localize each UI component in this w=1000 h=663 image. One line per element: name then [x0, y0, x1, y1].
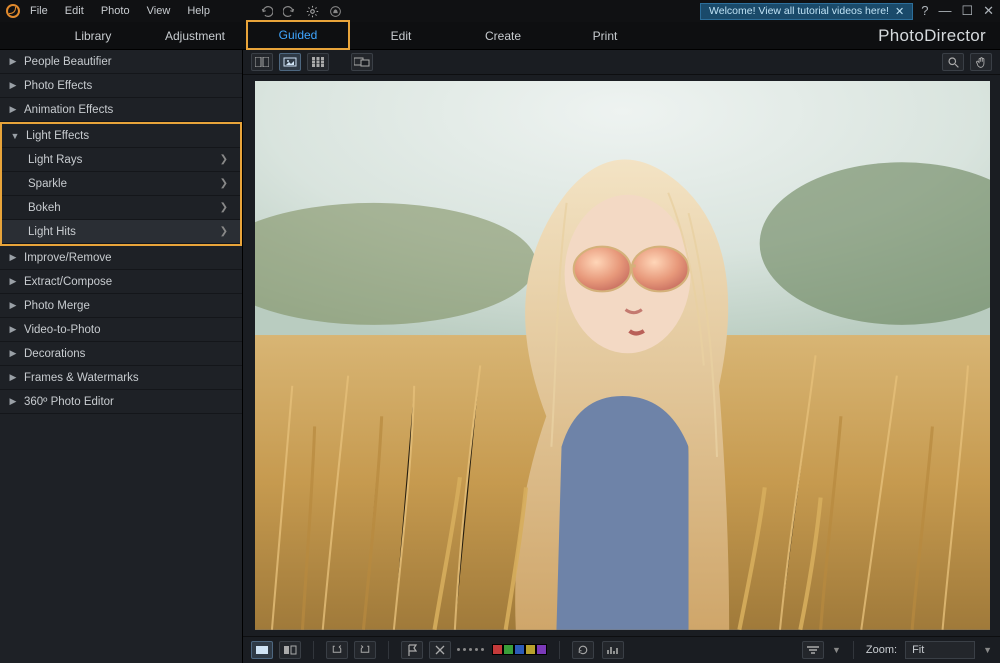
tab-create[interactable]: Create	[452, 22, 554, 50]
tab-print[interactable]: Print	[554, 22, 656, 50]
sidebar-item-light-effects[interactable]: ▼Light Effects	[2, 124, 240, 148]
mode-tabs: Library Adjustment Guided Edit Create Pr…	[0, 22, 1000, 50]
sidebar-sub-light-rays[interactable]: Light Rays❯	[2, 148, 240, 172]
rotate-left-icon[interactable]	[326, 641, 348, 659]
chevron-down-icon[interactable]: ▼	[832, 645, 841, 655]
view-toolbar	[243, 50, 1000, 75]
zoom-label: Zoom:	[866, 644, 897, 656]
chevron-right-icon: ▶	[8, 324, 18, 335]
menu-view[interactable]: View	[147, 5, 171, 17]
chevron-right-icon: ❯	[220, 202, 228, 213]
zoom-tool-icon[interactable]	[942, 53, 964, 71]
single-view-icon[interactable]	[279, 53, 301, 71]
chevron-right-icon: ▶	[8, 396, 18, 407]
tab-edit[interactable]: Edit	[350, 22, 452, 50]
chevron-right-icon: ❯	[220, 154, 228, 165]
menubar: File Edit Photo View Help	[30, 5, 224, 17]
sidebar: ▶People Beautifier ▶Photo Effects ▶Anima…	[0, 50, 243, 663]
chevron-right-icon: ▶	[8, 372, 18, 383]
sidebar-sub-bokeh[interactable]: Bokeh❯	[2, 196, 240, 220]
chevron-right-icon: ❯	[220, 226, 228, 237]
sidebar-item-animation-effects[interactable]: ▶Animation Effects	[0, 98, 242, 122]
chevron-right-icon: ▶	[8, 300, 18, 311]
view-mode-2-icon[interactable]	[279, 641, 301, 659]
sidebar-item-photo-effects[interactable]: ▶Photo Effects	[0, 74, 242, 98]
reject-icon[interactable]	[429, 641, 451, 659]
chevron-right-icon: ▶	[8, 348, 18, 359]
notifications-bell-icon[interactable]	[329, 5, 342, 18]
settings-gear-icon[interactable]	[306, 5, 319, 18]
app-logo-icon	[6, 4, 20, 18]
swatch-yellow[interactable]	[525, 644, 536, 655]
titlebar: File Edit Photo View Help Welcome! View …	[0, 0, 1000, 22]
tutorial-banner-text: Welcome! View all tutorial videos here!	[709, 5, 889, 17]
sidebar-item-decorations[interactable]: ▶Decorations	[0, 342, 242, 366]
pan-tool-icon[interactable]	[970, 53, 992, 71]
color-labels[interactable]	[492, 644, 547, 655]
sidebar-item-video-to-photo[interactable]: ▶Video-to-Photo	[0, 318, 242, 342]
photo-preview	[255, 81, 990, 630]
tutorial-banner[interactable]: Welcome! View all tutorial videos here! …	[700, 3, 913, 20]
flag-icon[interactable]	[401, 641, 423, 659]
chevron-down-icon: ▼	[10, 131, 20, 141]
chevron-right-icon: ❯	[220, 178, 228, 189]
minimize-icon[interactable]: —	[938, 3, 951, 19]
swatch-red[interactable]	[492, 644, 503, 655]
filter-list-icon[interactable]	[802, 641, 824, 659]
refresh-icon[interactable]	[572, 641, 594, 659]
sidebar-item-people-beautifier[interactable]: ▶People Beautifier	[0, 50, 242, 74]
maximize-icon[interactable]: ☐	[961, 3, 973, 19]
sidebar-sub-sparkle[interactable]: Sparkle❯	[2, 172, 240, 196]
tab-library[interactable]: Library	[42, 22, 144, 50]
help-icon[interactable]: ?	[921, 3, 928, 19]
histogram-icon[interactable]	[602, 641, 624, 659]
banner-close-icon[interactable]: ✕	[895, 5, 904, 18]
photo-canvas[interactable]	[255, 81, 990, 630]
grid-view-icon[interactable]	[307, 53, 329, 71]
view-mode-1-icon[interactable]	[251, 641, 273, 659]
chevron-down-icon[interactable]: ▼	[983, 645, 992, 655]
chevron-right-icon: ▶	[8, 104, 18, 115]
sidebar-item-extract-compose[interactable]: ▶Extract/Compose	[0, 270, 242, 294]
sidebar-item-photo-merge[interactable]: ▶Photo Merge	[0, 294, 242, 318]
redo-icon[interactable]	[283, 5, 296, 18]
menu-edit[interactable]: Edit	[65, 5, 84, 17]
chevron-right-icon: ▶	[8, 56, 18, 67]
brand-label: PhotoDirector	[878, 26, 986, 46]
swatch-green[interactable]	[503, 644, 514, 655]
sidebar-item-improve-remove[interactable]: ▶Improve/Remove	[0, 246, 242, 270]
menu-file[interactable]: File	[30, 5, 48, 17]
secondary-display-icon[interactable]	[351, 53, 373, 71]
close-icon[interactable]: ✕	[983, 3, 994, 19]
rotate-right-icon[interactable]	[354, 641, 376, 659]
menu-photo[interactable]: Photo	[101, 5, 130, 17]
rating-dots[interactable]	[457, 648, 484, 651]
undo-icon[interactable]	[260, 5, 273, 18]
chevron-right-icon: ▶	[8, 276, 18, 287]
menu-help[interactable]: Help	[187, 5, 210, 17]
bottom-toolbar: ▼ Zoom: Fit ▼	[243, 636, 1000, 663]
zoom-select[interactable]: Fit	[905, 641, 975, 659]
tab-adjustment[interactable]: Adjustment	[144, 22, 246, 50]
sidebar-item-frames-watermarks[interactable]: ▶Frames & Watermarks	[0, 366, 242, 390]
content-area: ▼ Zoom: Fit ▼	[243, 50, 1000, 663]
tab-guided[interactable]: Guided	[246, 20, 350, 50]
swatch-purple[interactable]	[536, 644, 547, 655]
sidebar-sub-light-hits[interactable]: Light Hits❯	[2, 220, 240, 244]
swatch-blue[interactable]	[514, 644, 525, 655]
sidebar-group-light-effects: ▼Light Effects Light Rays❯ Sparkle❯ Boke…	[0, 122, 242, 246]
compare-view-icon[interactable]	[251, 53, 273, 71]
chevron-right-icon: ▶	[8, 80, 18, 91]
sidebar-item-360-photo-editor[interactable]: ▶360º Photo Editor	[0, 390, 242, 414]
chevron-right-icon: ▶	[8, 252, 18, 263]
